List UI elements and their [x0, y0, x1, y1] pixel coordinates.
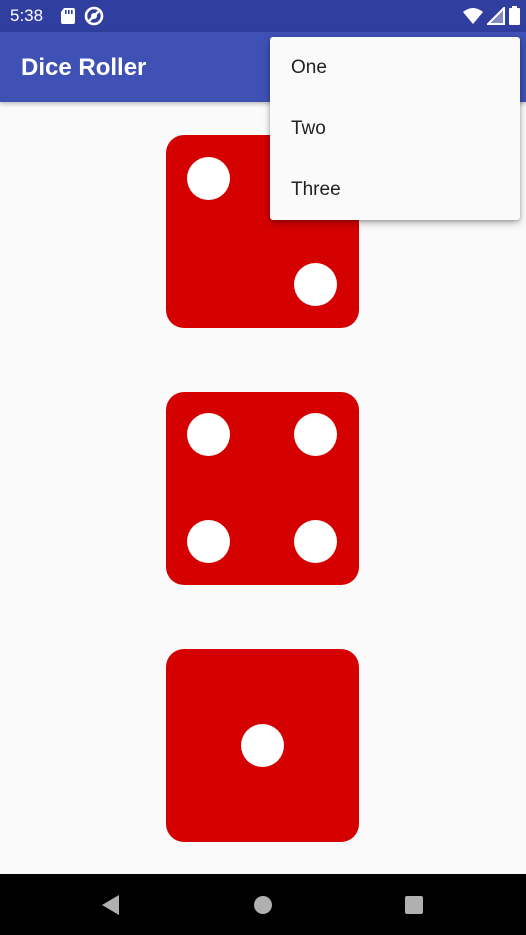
- home-icon[interactable]: [250, 892, 276, 918]
- pip: [187, 520, 230, 563]
- status-bar: 5:38: [0, 0, 526, 32]
- sd-card-icon: [60, 7, 76, 30]
- battery-icon: [509, 6, 520, 30]
- status-time: 5:38: [10, 6, 44, 25]
- pip: [294, 520, 337, 563]
- die-2[interactable]: [166, 392, 359, 585]
- sync-icon: [84, 6, 104, 31]
- overflow-menu: One Two Three: [270, 37, 520, 220]
- pip: [294, 263, 337, 306]
- wifi-icon: [463, 7, 483, 30]
- back-icon[interactable]: [97, 892, 123, 918]
- menu-item-two[interactable]: Two: [270, 98, 520, 159]
- menu-item-three[interactable]: Three: [270, 159, 520, 220]
- die-3[interactable]: [166, 649, 359, 842]
- pip: [187, 157, 230, 200]
- screen: 5:38 Dice Roller One Two Three: [0, 0, 526, 935]
- menu-item-one[interactable]: One: [270, 37, 520, 98]
- pip: [241, 724, 284, 767]
- status-left-icons: [60, 6, 104, 31]
- status-right-icons: [463, 5, 520, 30]
- navigation-bar: [0, 874, 526, 935]
- pip: [294, 413, 337, 456]
- pip: [187, 413, 230, 456]
- signal-icon: [485, 5, 505, 30]
- recents-icon[interactable]: [401, 892, 427, 918]
- app-title: Dice Roller: [21, 54, 147, 81]
